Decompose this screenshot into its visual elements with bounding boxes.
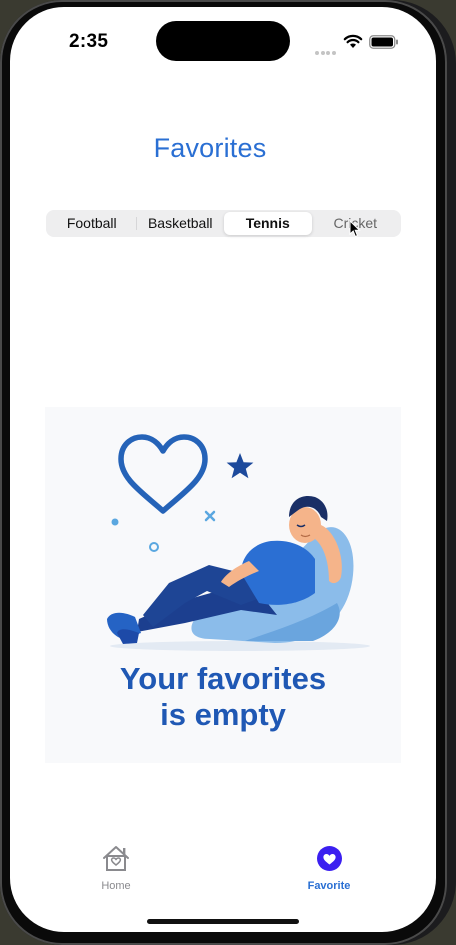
empty-illustration bbox=[107, 434, 370, 651]
empty-message-line1: Your favorites bbox=[119, 661, 327, 696]
tab-favorite[interactable]: Favorite bbox=[289, 845, 369, 892]
status-time: 2:35 bbox=[69, 31, 109, 52]
tab-home[interactable]: Home bbox=[76, 845, 156, 892]
segment-football[interactable]: Football bbox=[48, 212, 136, 235]
empty-message-line2: is empty bbox=[160, 697, 286, 732]
page-title: Favorites bbox=[153, 133, 267, 163]
tab-bar: Home Favorite bbox=[10, 845, 436, 905]
heart-outline-icon bbox=[118, 434, 208, 514]
wifi-icon bbox=[343, 34, 363, 48]
cellular-signal-icon bbox=[315, 42, 337, 60]
tab-favorite-label: Favorite bbox=[307, 880, 351, 892]
status-bar: 2:35 bbox=[10, 7, 436, 67]
star-icon bbox=[226, 453, 254, 479]
tab-home-label: Home bbox=[101, 880, 131, 892]
segment-basketball[interactable]: Basketball bbox=[137, 212, 225, 235]
sport-segmented-control[interactable]: Football Basketball Tennis Cricket bbox=[46, 210, 401, 237]
battery-icon bbox=[369, 35, 398, 49]
segment-tennis[interactable]: Tennis bbox=[224, 212, 312, 235]
dynamic-island bbox=[156, 21, 290, 61]
home-indicator[interactable] bbox=[147, 919, 299, 924]
heart-circle-icon bbox=[316, 846, 342, 871]
empty-favorites-message: Your favorites is empty bbox=[45, 661, 401, 733]
home-icon bbox=[103, 846, 129, 871]
mouse-cursor-icon bbox=[349, 220, 361, 238]
device-frame: 2:35 Favorites Football Basketball Tenni… bbox=[0, 0, 447, 945]
empty-favorites-card: Your favorites is empty bbox=[45, 407, 401, 763]
screen: 2:35 Favorites Football Basketball Tenni… bbox=[10, 7, 436, 932]
